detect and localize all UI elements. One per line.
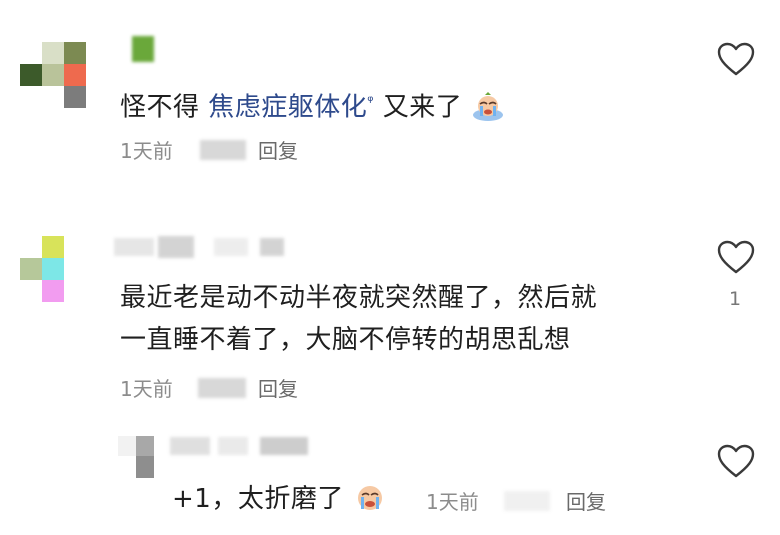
comment-text-line: 最近老是动不动半夜就突然醒了，然后就 [120, 283, 598, 313]
topic-link[interactable]: 焦虑症躯体化 [208, 93, 367, 123]
avatar[interactable] [20, 42, 108, 108]
reply-button[interactable]: 回复 [258, 135, 298, 164]
username-blurred[interactable] [132, 36, 154, 62]
like-heart-icon[interactable] [717, 240, 755, 276]
username-blurred-part [214, 238, 248, 256]
ip-location-blurred [200, 140, 246, 160]
comment-meta: 1天前 [120, 135, 173, 164]
reply-meta: 1天前 [426, 486, 479, 515]
comment-text-line: 一直睡不着了，大脑不停转的胡思乱想 [120, 325, 571, 355]
comment-meta: 1天前 [120, 373, 173, 402]
ip-location-blurred [198, 378, 246, 398]
like-heart-icon[interactable] [717, 42, 755, 78]
reply-button[interactable]: 回复 [258, 373, 298, 402]
timestamp: 1天前 [426, 490, 479, 514]
crying-emoji-icon [473, 91, 504, 121]
username-blurred-part [158, 236, 194, 258]
username-blurred-part [218, 437, 248, 455]
crying-emoji-icon [357, 486, 382, 510]
username-blurred[interactable] [114, 238, 154, 256]
reply-text: +1，太折磨了 [172, 478, 387, 520]
username-blurred-part [260, 437, 308, 455]
avatar[interactable] [118, 436, 154, 478]
timestamp: 1天前 [120, 377, 173, 401]
ip-location-blurred [504, 491, 550, 511]
comment-text: 怪不得 焦虑症躯体化ᵠ 又来了 [120, 80, 505, 129]
like-heart-icon[interactable] [717, 444, 755, 480]
avatar[interactable] [20, 236, 86, 302]
username-blurred-part [260, 238, 284, 256]
like-count: 1 [729, 288, 742, 310]
username-blurred[interactable] [170, 437, 210, 455]
timestamp: 1天前 [120, 139, 173, 163]
reply-button[interactable]: 回复 [566, 486, 606, 515]
search-icon: ᵠ [367, 92, 375, 110]
